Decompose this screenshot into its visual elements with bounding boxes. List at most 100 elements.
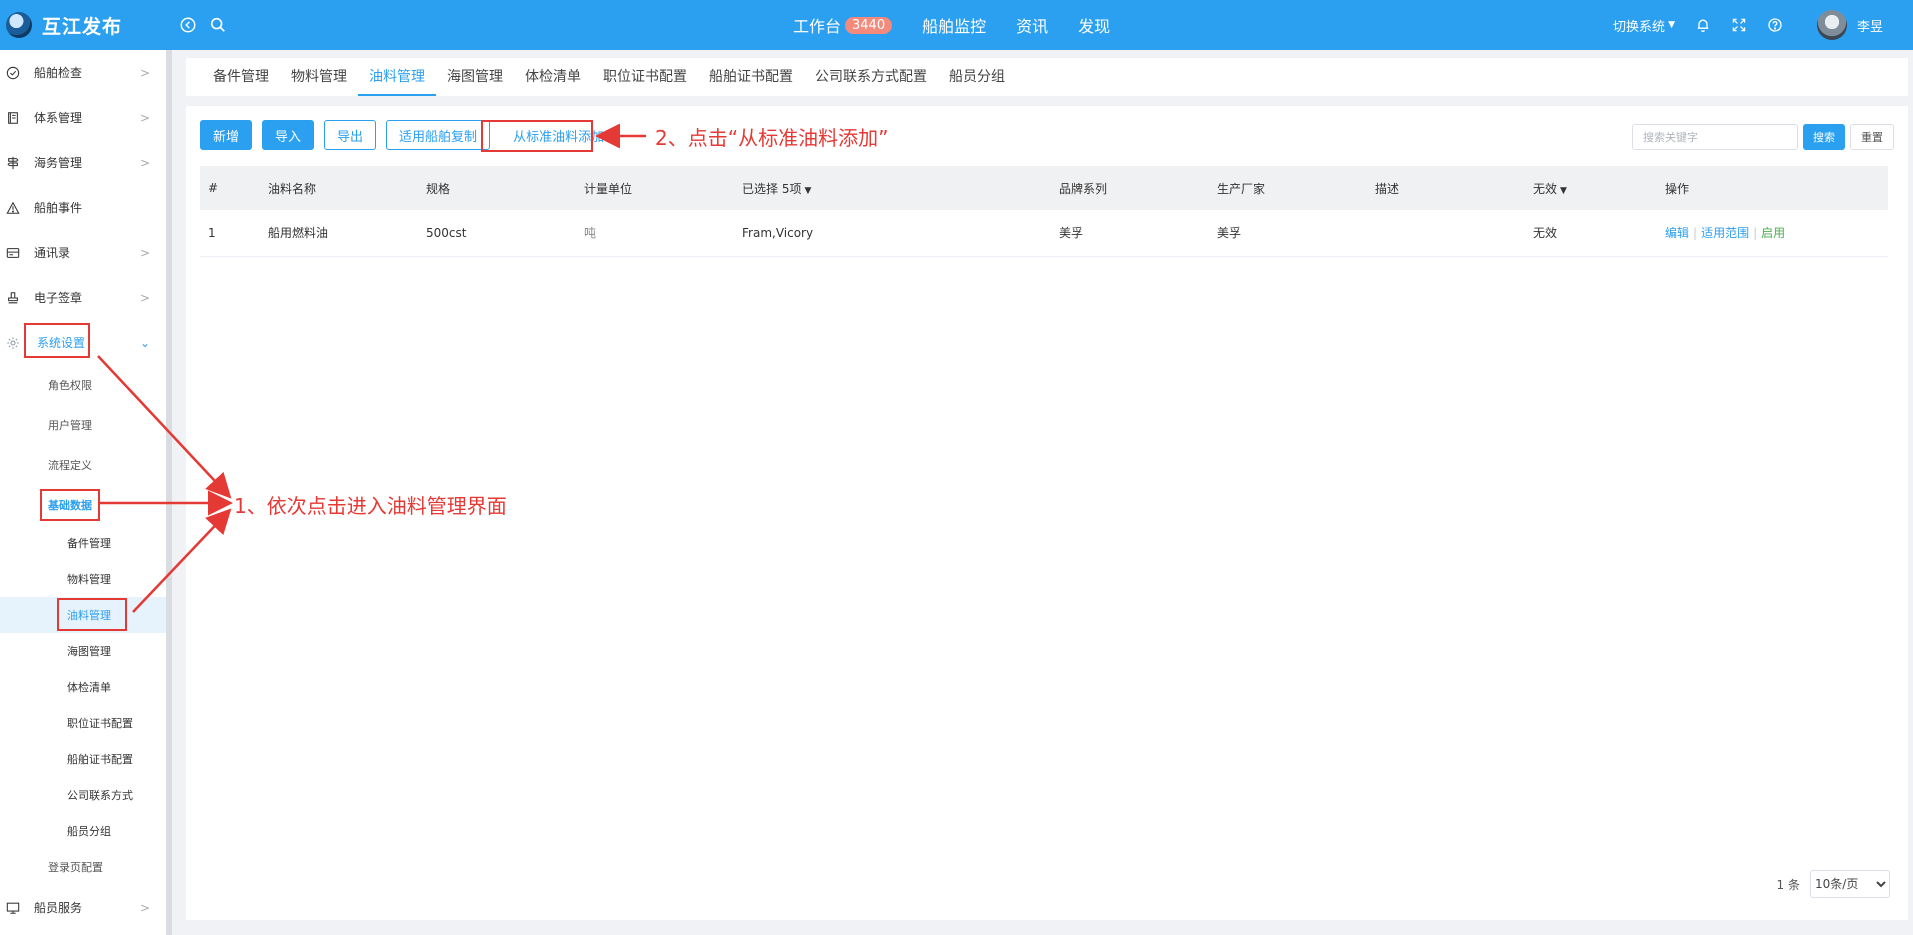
op-divider: | xyxy=(1753,226,1758,241)
oil-table: # 油料名称 规格 计量单位 已选择 5项 ▼ 品牌系列 生产厂家 描述 无效 ▼ … xyxy=(200,166,1888,257)
sidebar-sub-crew-group[interactable]: 船员分组 xyxy=(0,813,166,849)
search-button[interactable]: 搜索 xyxy=(1803,124,1845,150)
signpost-icon xyxy=(6,156,20,170)
edit-link[interactable]: 编辑 xyxy=(1665,226,1689,240)
stamp-icon xyxy=(6,291,20,305)
switch-system-dropdown[interactable]: 切换系统 ▼ xyxy=(1613,16,1675,35)
search-input[interactable] xyxy=(1632,124,1798,150)
add-button[interactable]: 新增 xyxy=(200,120,253,150)
col-maker: 生产厂家 xyxy=(1217,181,1266,196)
tab-oil-mgmt[interactable]: 油料管理 xyxy=(358,66,436,96)
sidebar-sub-materials[interactable]: 物料管理 xyxy=(0,561,166,597)
enable-link[interactable]: 启用 xyxy=(1761,226,1785,240)
col-ships-filter[interactable]: 已选择 5项 ▼ xyxy=(734,166,1051,210)
switch-system-label: 切换系统 xyxy=(1613,19,1666,35)
address-book-icon xyxy=(6,246,20,260)
nav-discover[interactable]: 发现 xyxy=(1078,13,1110,37)
bell-icon[interactable] xyxy=(1695,17,1711,33)
sidebar-item-contacts[interactable]: 通讯录 > xyxy=(0,230,166,275)
chevron-right-icon: > xyxy=(139,110,150,125)
sidebar-sub-role-permission[interactable]: 角色权限 xyxy=(0,365,166,405)
sidebar-sub-company-contact[interactable]: 公司联系方式 xyxy=(0,777,166,813)
sidebar-sub-medical-list[interactable]: 体检清单 xyxy=(0,669,166,705)
pagination: 1 条 10条/页 xyxy=(1777,870,1890,898)
module-tabs: 备件管理 物料管理 油料管理 海图管理 体检清单 职位证书配置 船舶证书配置 公… xyxy=(186,58,1908,96)
sidebar-item-label: 船员服务 xyxy=(34,901,83,915)
search-area: 搜索 重置 xyxy=(1632,124,1894,150)
tab-company-contact[interactable]: 公司联系方式配置 xyxy=(804,66,938,96)
sidebar-item-system-settings[interactable]: 系统设置 ⌄ xyxy=(0,320,166,365)
tab-crew-group[interactable]: 船员分组 xyxy=(938,66,1016,96)
cell-ops: 编辑 | 适用范围 | 启用 xyxy=(1657,210,1888,256)
chevron-right-icon: > xyxy=(139,245,150,260)
tab-spare-parts[interactable]: 备件管理 xyxy=(202,66,280,96)
back-circle-icon[interactable] xyxy=(176,13,200,37)
import-button[interactable]: 导入 xyxy=(262,120,315,150)
tab-materials[interactable]: 物料管理 xyxy=(280,66,358,96)
sidebar-sub-basic-data[interactable]: 基础数据 xyxy=(0,485,166,525)
scope-link[interactable]: 适用范围 xyxy=(1701,226,1749,240)
annotation-step2: 2、点击“从标准油料添加” xyxy=(655,126,889,150)
tab-charts[interactable]: 海图管理 xyxy=(436,66,514,96)
sidebar-sub-process-def[interactable]: 流程定义 xyxy=(0,445,166,485)
chevron-right-icon: > xyxy=(139,900,150,915)
total-count: 1 条 xyxy=(1776,877,1800,892)
logo: 互江发布 xyxy=(0,12,170,39)
nav-ship-monitor[interactable]: 船舶监控 xyxy=(922,13,986,37)
col-index: # xyxy=(208,181,219,195)
sidebar-item-ship-inspection[interactable]: 船舶检查 > xyxy=(0,50,166,95)
add-from-standard-oil-button[interactable]: 从标准油料添加 xyxy=(500,120,618,150)
cell-spec: 500cst xyxy=(426,225,467,240)
sidebar-sub-oil-mgmt[interactable]: 油料管理 xyxy=(0,597,166,633)
user-menu[interactable]: 李昱 xyxy=(1816,10,1883,40)
sidebar-item-label: 体系管理 xyxy=(34,111,83,125)
chevron-down-icon: ⌄ xyxy=(139,335,150,350)
cell-unit: 吨 xyxy=(584,226,597,241)
sidebar-sub-position-cert[interactable]: 职位证书配置 xyxy=(0,705,166,741)
page-size-select[interactable]: 10条/页 xyxy=(1810,870,1890,898)
cell-index: 1 xyxy=(208,225,216,240)
sidebar-item-label: 通讯录 xyxy=(34,246,71,260)
status-filter-label: 无效 xyxy=(1533,181,1558,196)
sidebar-item-system-mgmt[interactable]: 体系管理 > xyxy=(0,95,166,140)
sidebar-item-e-seal[interactable]: 电子签章 > xyxy=(0,275,166,320)
sidebar-sub-login-config[interactable]: 登录页配置 xyxy=(0,849,166,885)
sidebar-sub-charts[interactable]: 海图管理 xyxy=(0,633,166,669)
cell-status: 无效 xyxy=(1533,226,1558,241)
col-unit: 计量单位 xyxy=(584,181,633,196)
monitor-icon xyxy=(6,901,20,915)
sidebar-item-ship-event[interactable]: 船舶事件 xyxy=(0,185,166,230)
fullscreen-icon[interactable] xyxy=(1731,17,1747,33)
sidebar-item-crew-service[interactable]: 船员服务 > xyxy=(0,885,166,930)
nav-news[interactable]: 资讯 xyxy=(1016,13,1048,37)
logo-text: 互江发布 xyxy=(42,15,123,38)
copy-applicable-ships-button[interactable]: 适用船舶复制 xyxy=(386,120,491,150)
sidebar-item-marine-mgmt[interactable]: 海务管理 > xyxy=(0,140,166,185)
chevron-right-icon: > xyxy=(139,290,150,305)
op-divider: | xyxy=(1693,226,1698,241)
sidebar-sub-user-mgmt[interactable]: 用户管理 xyxy=(0,405,166,445)
sidebar-sub-spare-parts[interactable]: 备件管理 xyxy=(0,525,166,561)
cell-maker: 美孚 xyxy=(1217,226,1242,241)
export-button[interactable]: 导出 xyxy=(324,120,377,150)
help-icon[interactable] xyxy=(1767,17,1783,33)
tab-ship-cert[interactable]: 船舶证书配置 xyxy=(698,66,804,96)
reset-button[interactable]: 重置 xyxy=(1850,124,1894,150)
tab-position-cert[interactable]: 职位证书配置 xyxy=(592,66,698,96)
col-spec: 规格 xyxy=(426,181,451,196)
tab-medical-list[interactable]: 体检清单 xyxy=(514,66,592,96)
caret-down-icon: ▼ xyxy=(1668,20,1675,30)
sidebar-item-label: 电子签章 xyxy=(34,291,83,305)
col-status-filter[interactable]: 无效 ▼ xyxy=(1525,166,1657,210)
col-oil-name: 油料名称 xyxy=(268,181,317,196)
annotation-step1: 1、依次点击进入油料管理界面 xyxy=(234,494,507,518)
logo-icon xyxy=(6,12,32,38)
avatar xyxy=(1816,10,1847,40)
sidebar-sub-ship-cert[interactable]: 船舶证书配置 xyxy=(0,741,166,777)
nav-workbench[interactable]: 工作台 3440 xyxy=(793,13,893,37)
cell-desc xyxy=(1367,210,1525,256)
nav-workbench-label: 工作台 xyxy=(793,17,842,36)
sidebar: 船舶检查 > 体系管理 > 海务管理 > 船舶事件 通讯录 > 电子签章 > 系… xyxy=(0,50,172,935)
chevron-right-icon: > xyxy=(139,155,150,170)
search-icon[interactable] xyxy=(206,13,230,37)
